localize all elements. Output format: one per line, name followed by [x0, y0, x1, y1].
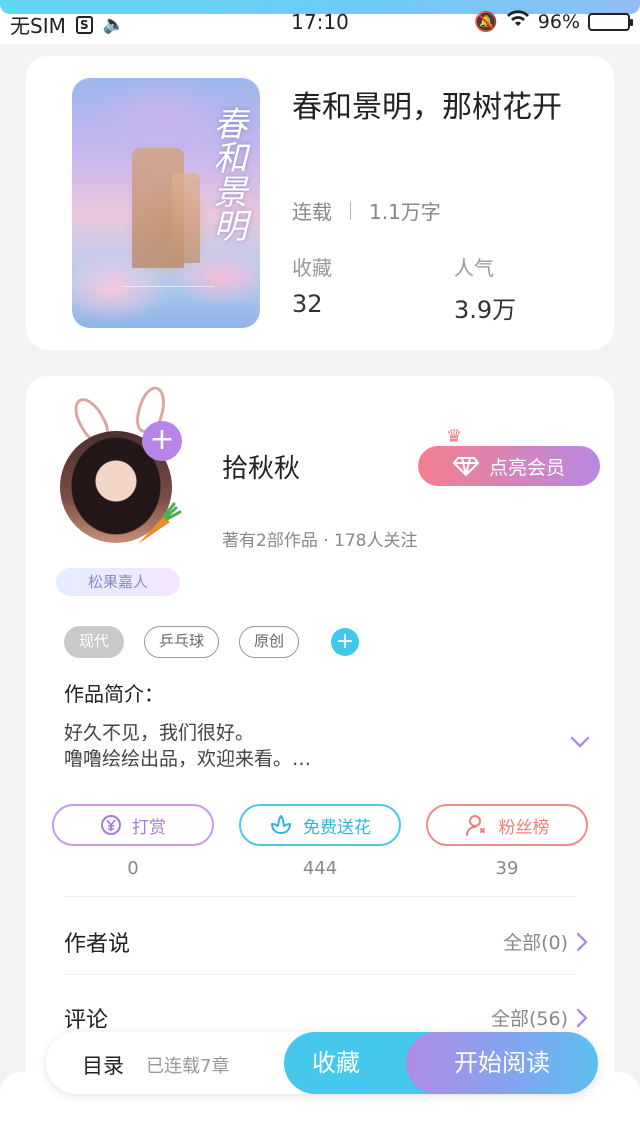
flower-icon	[271, 815, 291, 834]
divider	[64, 896, 576, 897]
popularity-label: 人气	[454, 256, 494, 280]
flower-count: 444	[302, 858, 338, 879]
book-title: 春和景明，那树花开	[292, 90, 562, 125]
bottom-action-bar: 目录 已连载7章 收藏 开始阅读	[46, 1032, 598, 1094]
book-word-count: 1.1万字	[369, 200, 441, 224]
author-meta: 著有2部作品 · 178人关注	[222, 531, 418, 551]
battery-icon	[588, 12, 633, 31]
fan-badge: 松果嘉人	[56, 568, 180, 596]
book-info-card: 春和景明 春和景明，那树花开 连载 1.1万字 收藏 32 人气 3.9万	[26, 56, 614, 350]
carrot-icon	[138, 502, 182, 544]
chevron-right-icon	[576, 1008, 588, 1027]
battery-percent: 96%	[537, 10, 580, 33]
status-right: 🔕 96%	[474, 10, 633, 33]
vip-button[interactable]: 点亮会员	[418, 446, 600, 486]
send-flower-button[interactable]: 免费送花	[239, 804, 401, 846]
tag-item[interactable]: 原创	[239, 626, 300, 658]
author-says-label: 作者说	[64, 932, 131, 957]
cover-fine-print	[124, 286, 214, 310]
intro-text: 好久不见，我们很好。 噜噜绘绘出品，欢迎来看。…	[64, 722, 312, 770]
reward-action: 打赏 0	[52, 804, 214, 879]
action-buttons: 打赏 0 免费送花 444 粉丝榜 39	[52, 804, 588, 879]
fans-action: 粉丝榜 39	[426, 804, 588, 879]
chapter-count: 已连载7章	[146, 1056, 230, 1077]
fan-rank-button[interactable]: 粉丝榜	[426, 804, 588, 846]
comments-link[interactable]: 全部(56)	[491, 1004, 588, 1031]
bell-muted-icon: 🔕	[474, 11, 498, 33]
person-icon	[465, 815, 485, 836]
author-name[interactable]: 拾秋秋	[222, 448, 300, 485]
book-status: 连载	[292, 200, 332, 224]
reward-count: 0	[127, 858, 139, 879]
comments-label: 评论	[64, 1008, 109, 1033]
reward-button[interactable]: 打赏	[52, 804, 214, 846]
book-cover[interactable]: 春和景明	[72, 78, 260, 328]
divider	[64, 974, 576, 975]
favorites-label: 收藏	[292, 256, 332, 280]
tag-list: 现代 乒乓球 原创 +	[64, 626, 360, 658]
status-bar: 无SIM S 🔈 17:10 🔕 96%	[0, 0, 640, 44]
comments-link-text: 全部(56)	[490, 1008, 568, 1030]
author-says-link-text: 全部(0)	[503, 932, 568, 954]
author-says-link[interactable]: 全部(0)	[503, 928, 588, 955]
flower-action: 免费送花 444	[239, 804, 401, 879]
chevron-right-icon	[576, 932, 588, 951]
fan-count: 39	[495, 858, 519, 879]
add-tag-button[interactable]: +	[331, 628, 360, 656]
details-card: + 拾秋秋 ♛ 点亮会员 著有2部作品 · 178人关注 松果嘉人 现代 乒乓球…	[26, 376, 614, 1136]
cover-title-art: 春和景明	[207, 106, 247, 242]
fan-rank-label: 粉丝榜	[498, 817, 550, 838]
start-reading-button[interactable]: 开始阅读	[406, 1032, 598, 1094]
reward-label: 打赏	[132, 817, 166, 838]
book-meta: 连载 1.1万字	[292, 196, 441, 225]
diamond-icon	[452, 457, 479, 476]
send-flower-label: 免费送花	[303, 817, 371, 838]
wifi-icon	[506, 10, 530, 33]
crown-icon: ♛	[446, 426, 463, 447]
favorites-value: 32	[292, 290, 323, 318]
popularity-value: 3.9万	[454, 296, 517, 324]
expand-chevron-down-icon[interactable]	[570, 732, 590, 752]
vip-button-label: 点亮会员	[488, 456, 565, 479]
follow-plus-icon[interactable]: +	[142, 421, 182, 461]
meta-separator	[350, 201, 351, 220]
yuan-coin-icon	[101, 815, 121, 835]
tag-item[interactable]: 现代	[64, 626, 125, 658]
toc-button[interactable]: 目录	[82, 1050, 124, 1080]
tag-item[interactable]: 乒乓球	[144, 626, 220, 658]
intro-title: 作品简介：	[64, 682, 164, 706]
